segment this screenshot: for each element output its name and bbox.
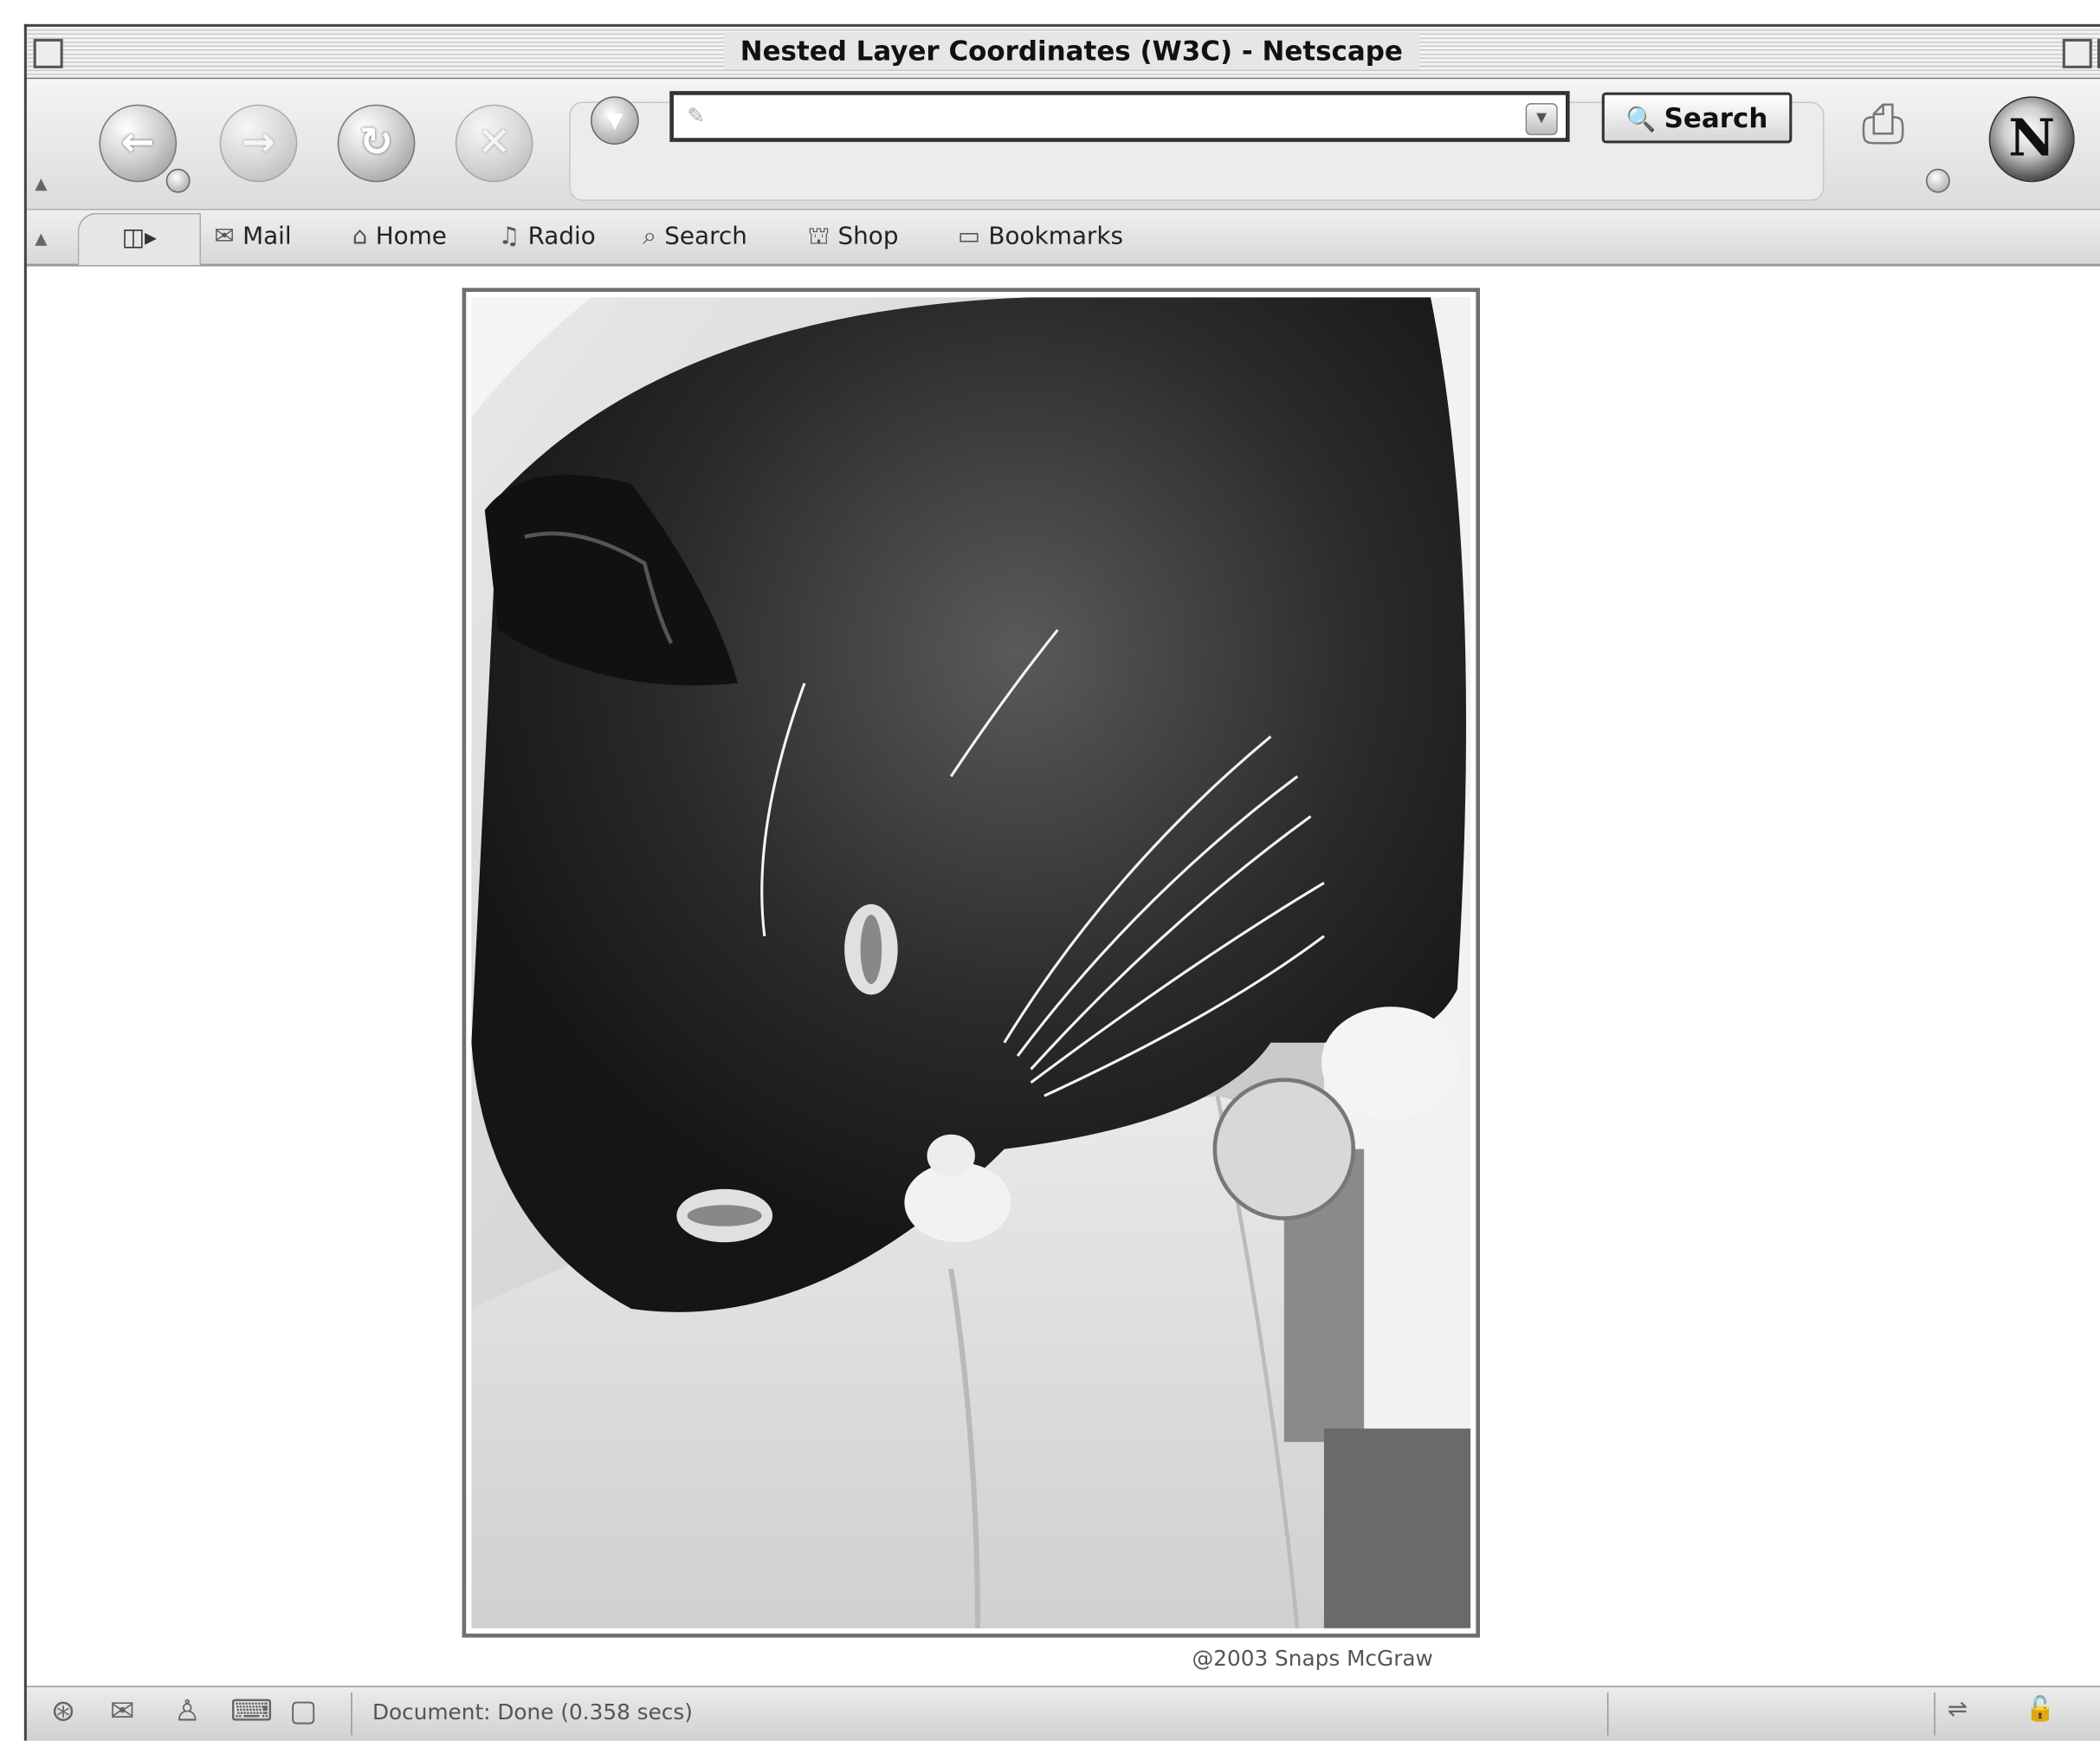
addressbook-icon[interactable]: ♙ — [174, 1695, 201, 1729]
back-arrow-icon: ← — [120, 119, 155, 166]
status-separator — [1934, 1692, 1935, 1736]
toolbar-item-label: Shop — [837, 222, 899, 251]
page-icon: ✎ — [687, 103, 706, 129]
toolbar-item-label: Radio — [527, 222, 596, 251]
bookmarks-icon: ▭ — [957, 222, 981, 251]
back-history-dropdown[interactable] — [165, 168, 191, 193]
photo-caption: @2003 Snaps McGraw — [1192, 1645, 1433, 1672]
stop-button[interactable]: ✕ — [455, 104, 533, 183]
toolbar-item-label: Mail — [242, 222, 292, 251]
url-bar[interactable]: ✎ ▼ — [669, 91, 1570, 142]
radio-icon: ♫ — [498, 222, 520, 251]
toolbar-collapse-handle[interactable]: ▲ — [35, 174, 48, 193]
sidebar-tab-button[interactable]: ◫▸ — [77, 212, 201, 266]
zoom-box[interactable] — [2062, 38, 2092, 68]
stop-icon: ✕ — [477, 119, 512, 166]
toolbar-item-label: Bookmarks — [988, 222, 1123, 251]
reload-button[interactable]: ↻ — [337, 104, 416, 183]
status-separator — [351, 1692, 352, 1736]
status-separator — [1606, 1692, 1609, 1736]
toolbar-item-label: Home — [375, 222, 447, 251]
photo-frame — [462, 288, 1480, 1638]
lock-icon[interactable]: 🔓 — [2025, 1695, 2055, 1723]
search-button-label: Search — [1664, 101, 1768, 134]
composer-icon[interactable]: ⌨ — [230, 1695, 273, 1729]
reload-icon: ↻ — [359, 119, 394, 166]
cat-photo — [471, 297, 1471, 1628]
mail-status-icon[interactable]: ✉ — [110, 1695, 135, 1729]
search-button[interactable]: 🔍 Search — [1601, 92, 1793, 144]
online-status-icon[interactable]: ⇌ — [1948, 1695, 1968, 1723]
chat-icon[interactable]: ▢ — [289, 1695, 317, 1729]
close-box[interactable] — [33, 38, 63, 68]
forward-button[interactable]: → — [219, 104, 298, 183]
print-dropdown[interactable] — [1926, 168, 1950, 193]
back-button[interactable]: ← — [99, 104, 178, 183]
url-input[interactable] — [721, 94, 1531, 139]
status-text: Document: Done (0.358 secs) — [372, 1699, 693, 1725]
site-info-icon[interactable]: ▼ — [591, 96, 639, 145]
magnifier-icon: 🔍 — [1625, 106, 1657, 134]
browser-window: Nested Layer Coordinates (W3C) - Netscap… — [23, 23, 2100, 1741]
toolbar-item-bookmarks[interactable]: ▭ Bookmarks — [958, 218, 1123, 256]
title-bar[interactable]: Nested Layer Coordinates (W3C) - Netscap… — [26, 26, 2100, 80]
toolbar-item-mail[interactable]: ✉ Mail — [214, 218, 291, 256]
shop-icon: ⛫ — [807, 222, 830, 251]
toolbar-item-label: Search — [664, 222, 747, 251]
forward-arrow-icon: → — [242, 119, 275, 166]
window-title: Nested Layer Coordinates (W3C) - Netscap… — [724, 32, 1419, 70]
netscape-logo-icon[interactable]: N — [1988, 96, 2075, 183]
sidebar-icon: ◫▸ — [121, 223, 157, 252]
status-bar: ⊛ ✉ ♙ ⌨ ▢ Document: Done (0.358 secs) ⇌ … — [26, 1686, 2100, 1741]
personal-toolbar: ▲ ◫▸ ✉ Mail ⌂ Home ♫ Radio ⌕ Search ⛫ Shop ▭ B… — [26, 210, 2100, 267]
toolbar-item-home[interactable]: ⌂ Home — [352, 218, 447, 256]
toolbar-item-search[interactable]: ⌕ Search — [643, 218, 747, 256]
page-content: @2003 Snaps McGraw — [26, 266, 2100, 1687]
search-icon: ⌕ — [643, 222, 656, 251]
toolbar-item-shop[interactable]: ⛫ Shop — [808, 218, 899, 256]
toolbar-item-radio[interactable]: ♫ Radio — [498, 218, 595, 256]
url-history-dropdown[interactable]: ▼ — [1525, 103, 1558, 136]
navigation-toolbar: ▲ ← → ↻ ✕ ▼ ✎ ▼ 🔍 Search ⎙ N — [26, 80, 2100, 210]
mail-icon: ✉ — [214, 222, 235, 251]
navigator-icon[interactable]: ⊛ — [51, 1695, 76, 1729]
home-icon: ⌂ — [352, 222, 368, 251]
print-icon[interactable]: ⎙ — [1862, 94, 1904, 155]
personal-toolbar-collapse-handle[interactable]: ▲ — [35, 229, 48, 248]
